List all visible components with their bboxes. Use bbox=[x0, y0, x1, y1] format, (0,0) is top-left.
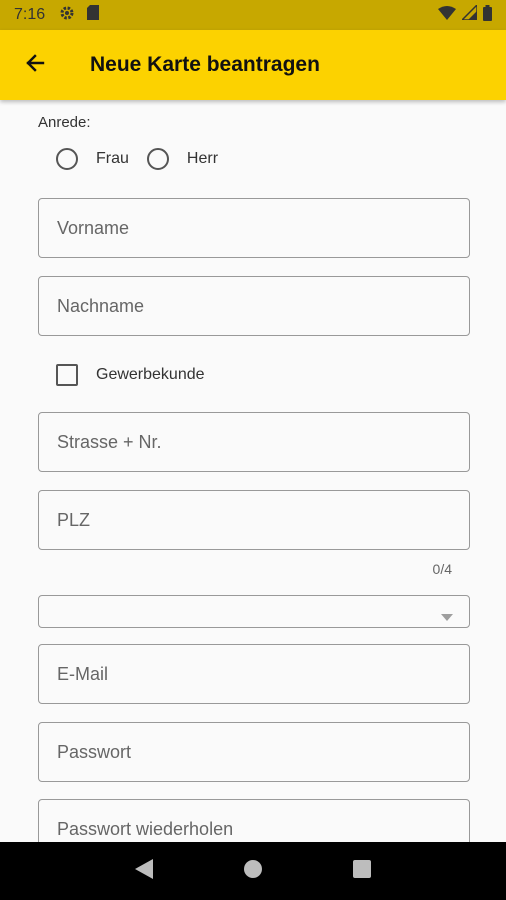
wifi-icon bbox=[438, 5, 456, 25]
gewerbekunde-label: Gewerbekunde bbox=[96, 366, 205, 383]
radio-circle-icon bbox=[56, 148, 78, 170]
sd-card-icon bbox=[87, 5, 100, 25]
dropdown-arrow-icon bbox=[441, 608, 453, 626]
nachname-input[interactable] bbox=[39, 277, 469, 335]
system-nav-bar bbox=[0, 842, 506, 900]
gear-icon bbox=[59, 5, 75, 26]
anrede-label: Anrede: bbox=[38, 114, 91, 131]
gewerbekunde-checkbox[interactable]: Gewerbekunde bbox=[56, 364, 205, 386]
signal-icon bbox=[460, 3, 478, 25]
plz-counter: 0/4 bbox=[432, 561, 452, 577]
vorname-input[interactable] bbox=[39, 199, 469, 257]
vorname-field bbox=[38, 198, 470, 258]
plz-input[interactable] bbox=[39, 491, 469, 549]
recents-square-icon bbox=[352, 859, 371, 883]
ort-dropdown[interactable] bbox=[38, 595, 470, 628]
nav-back-button[interactable] bbox=[124, 851, 164, 891]
nachname-field bbox=[38, 276, 470, 336]
status-time: 7:16 bbox=[14, 6, 46, 23]
back-triangle-icon bbox=[135, 858, 154, 884]
home-circle-icon bbox=[243, 859, 263, 884]
page-title: Neue Karte beantragen bbox=[90, 53, 320, 76]
arrow-left-icon bbox=[23, 51, 47, 80]
nav-home-button[interactable] bbox=[233, 851, 273, 891]
passwort-field bbox=[38, 722, 470, 782]
strasse-field bbox=[38, 412, 470, 472]
checkbox-icon bbox=[56, 364, 78, 386]
passwort-input[interactable] bbox=[39, 723, 469, 781]
passwort-wiederholen-input[interactable] bbox=[39, 800, 469, 842]
status-bar: 7:16 bbox=[0, 0, 506, 30]
strasse-input[interactable] bbox=[39, 413, 469, 471]
radio-frau[interactable]: Frau bbox=[56, 148, 129, 170]
passwort-wiederholen-field bbox=[38, 799, 470, 842]
app-bar: Neue Karte beantragen bbox=[0, 30, 506, 100]
back-button[interactable] bbox=[0, 30, 70, 100]
radio-label-herr: Herr bbox=[186, 150, 219, 167]
battery-icon bbox=[483, 4, 492, 26]
plz-field bbox=[38, 490, 470, 550]
nav-recents-button[interactable] bbox=[342, 851, 382, 891]
radio-herr[interactable]: Herr bbox=[146, 148, 219, 170]
email-field bbox=[38, 644, 470, 704]
anrede-radio-group: Frau Herr bbox=[56, 148, 236, 170]
form-content[interactable]: Anrede: Frau Herr Gewerbekunde 0/4 bbox=[0, 100, 506, 842]
radio-label-frau: Frau bbox=[96, 150, 129, 167]
email-input[interactable] bbox=[39, 645, 469, 703]
radio-circle-icon bbox=[146, 148, 169, 170]
